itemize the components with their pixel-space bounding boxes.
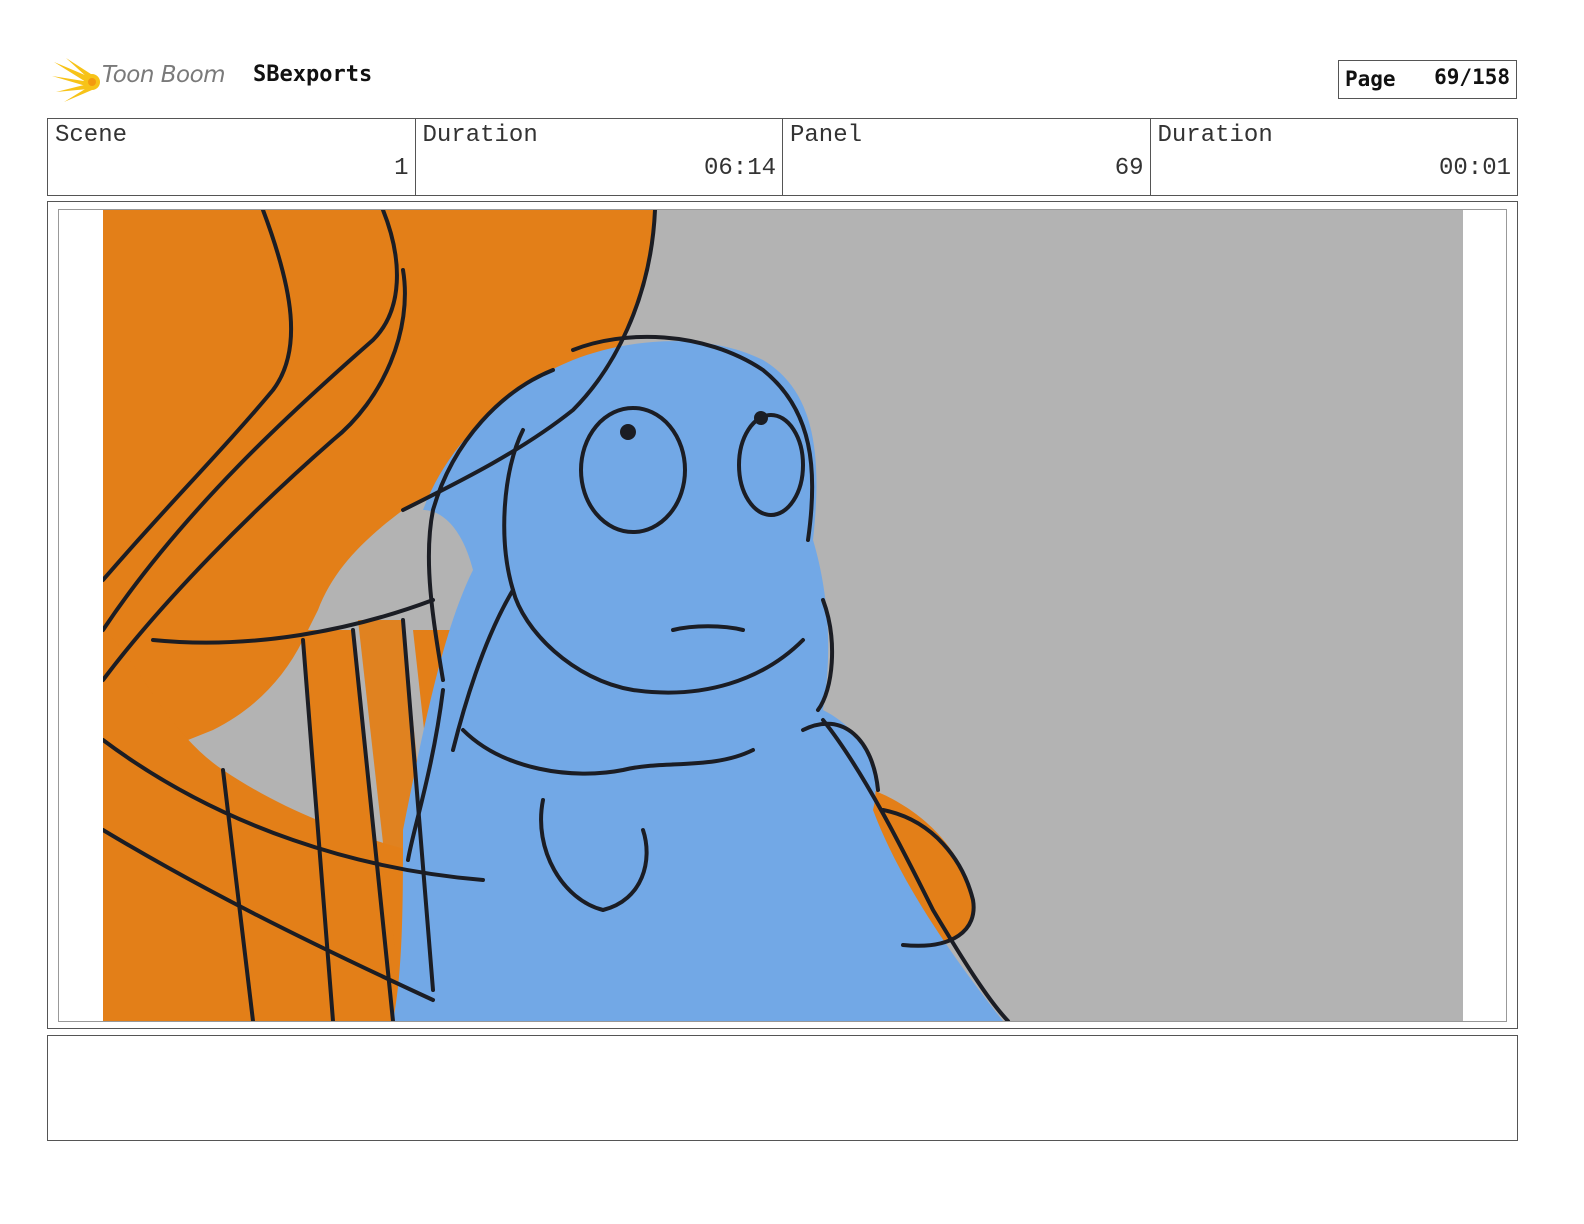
panel-cell: Panel 69 <box>783 119 1151 195</box>
scene-duration-cell: Duration 06:14 <box>416 119 783 195</box>
storyboard-sketch <box>103 210 1463 1021</box>
panel-duration-label: Duration <box>1157 122 1273 149</box>
scene-value: 1 <box>394 155 409 182</box>
scene-duration-value: 06:14 <box>703 155 776 182</box>
panel-duration-cell: Duration 00:01 <box>1151 119 1518 195</box>
left-pupil <box>620 424 636 440</box>
page-indicator: Page 69/158 <box>1338 60 1517 99</box>
starburst-icon <box>52 58 100 102</box>
scene-duration-label: Duration <box>422 122 538 149</box>
panel-info-table: Scene 1 Duration 06:14 Panel 69 Duration… <box>47 118 1518 196</box>
project-title: SBexports <box>253 62 373 87</box>
scene-label: Scene <box>55 122 128 149</box>
scene-cell: Scene 1 <box>48 119 416 195</box>
panel-value: 69 <box>1114 155 1144 182</box>
panel-label: Panel <box>790 122 863 149</box>
panel-duration-value: 00:01 <box>1438 155 1511 182</box>
toon-boom-logo: Toon Boom <box>52 56 242 106</box>
page-label: Page <box>1345 67 1396 91</box>
brand-name: Toon Boom <box>102 62 226 88</box>
right-pupil <box>754 411 768 425</box>
page-value: 69/158 <box>1434 65 1510 89</box>
notes-box <box>47 1035 1518 1141</box>
